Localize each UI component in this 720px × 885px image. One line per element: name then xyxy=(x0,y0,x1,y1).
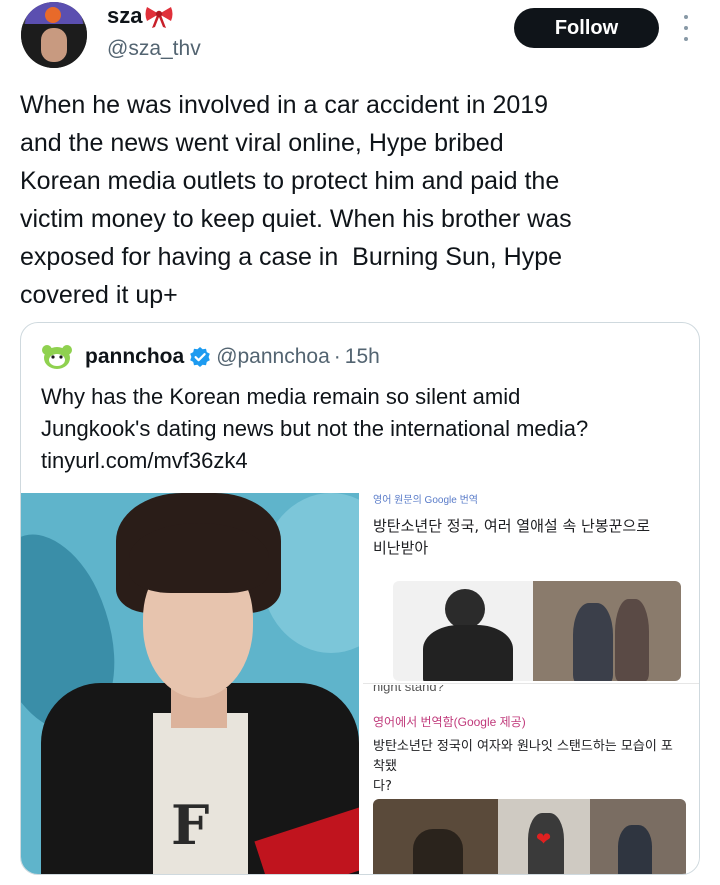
quoted-tweet-card[interactable]: pannchoa @pannchoa · 15h Why has the Kor… xyxy=(20,322,700,875)
verified-badge-icon xyxy=(190,347,210,367)
author-name-row[interactable]: sza xyxy=(107,3,174,29)
portrait-photo[interactable]: F xyxy=(21,493,359,874)
tweet-text: When he was involved in a car accident i… xyxy=(20,91,572,309)
figure-body xyxy=(423,625,513,681)
english-fragment: night stand? xyxy=(373,685,444,694)
figure xyxy=(618,825,652,874)
news-photo xyxy=(393,581,533,681)
quoted-tweet-header: pannchoa @pannchoa · 15h xyxy=(41,341,380,373)
news-photo xyxy=(533,581,681,681)
author-avatar[interactable] xyxy=(21,2,87,68)
translation-label: 영어에서 번역함(Google 제공) xyxy=(373,715,526,729)
more-vertical-icon[interactable] xyxy=(680,15,692,41)
heart-icon: ❤ xyxy=(536,829,552,849)
author-handle[interactable]: @sza_thv xyxy=(107,37,201,61)
avatar-face xyxy=(41,28,67,62)
author-name[interactable]: sza xyxy=(107,3,142,29)
follow-button[interactable]: Follow xyxy=(514,8,659,48)
shirt-print: F xyxy=(171,793,210,857)
figure-head xyxy=(445,589,485,629)
figure xyxy=(615,599,649,681)
news-headline: 방탄소년단 정국이 여자와 원나잇 스탠드하는 모습이 포착됐 다? xyxy=(373,739,673,794)
news-photo xyxy=(590,799,686,874)
news-photo: ❤ xyxy=(498,799,590,874)
figure xyxy=(573,603,613,681)
figure xyxy=(413,829,463,874)
avatar-cap-logo xyxy=(45,7,61,23)
bangs xyxy=(129,523,269,593)
news-photo xyxy=(373,799,498,874)
quoted-timestamp[interactable]: 15h xyxy=(345,345,380,369)
news-screenshot-bottom[interactable]: night stand? 영어에서 번역함(Google 제공) 방탄소년단 정… xyxy=(363,685,699,874)
quoted-author-avatar[interactable] xyxy=(41,341,73,373)
quoted-media-grid[interactable]: F 영어 원문의 Google 번역 방탄소년단 정국, 여러 열애설 속 난봉… xyxy=(21,493,699,874)
quoted-author-handle[interactable]: @pannchoa xyxy=(216,345,330,369)
separator-dot: · xyxy=(333,345,341,368)
quoted-tweet-text: Why has the Korean media remain so silen… xyxy=(41,384,589,473)
news-headline: 방탄소년단 정국, 여러 열애설 속 난봉꾼으로 비난받아 xyxy=(373,517,651,557)
ribbon-bow-icon xyxy=(145,7,173,28)
quoted-author-name[interactable]: pannchoa xyxy=(85,345,184,369)
news-screenshot-top[interactable]: 영어 원문의 Google 번역 방탄소년단 정국, 여러 열애설 속 난봉꾼으… xyxy=(363,493,699,684)
translation-strip: 영어 원문의 Google 번역 xyxy=(373,495,478,506)
